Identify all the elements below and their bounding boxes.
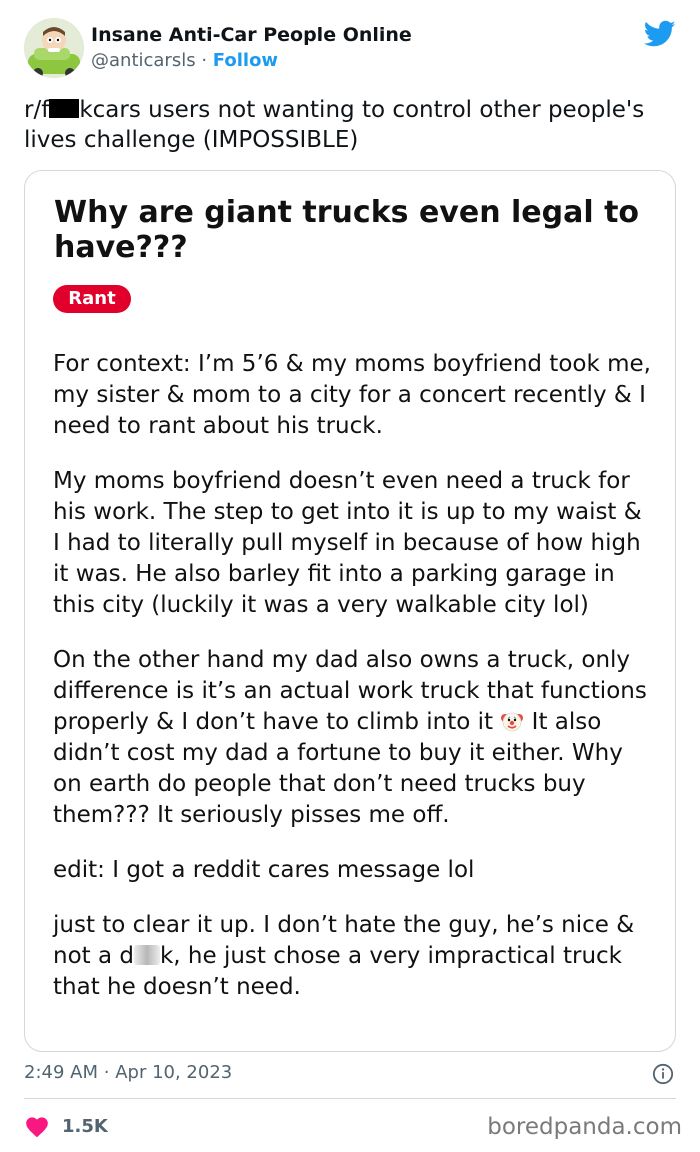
tweet-text-prefix: r/f bbox=[24, 97, 50, 123]
tweet-time: 2:49 AM bbox=[24, 1062, 98, 1083]
like-button[interactable]: 1.5K bbox=[24, 1113, 108, 1139]
handle-separator: · bbox=[201, 50, 208, 71]
divider bbox=[24, 1098, 676, 1099]
post-title: Why are giant trucks even legal to have?… bbox=[54, 195, 640, 265]
follow-button[interactable]: Follow bbox=[213, 50, 278, 71]
clown-face-icon bbox=[501, 712, 524, 732]
tweet-timestamp[interactable]: 2:49 AM · Apr 10, 2023 bbox=[24, 1061, 232, 1085]
post-paragraph: My moms boyfriend doesn’t even need a tr… bbox=[53, 468, 642, 618]
timestamp-separator: · bbox=[103, 1062, 110, 1083]
cartoon-character-in-car-avatar bbox=[24, 18, 84, 78]
info-icon[interactable] bbox=[652, 1063, 674, 1085]
display-name[interactable]: Insane Anti-Car People Online bbox=[91, 22, 412, 48]
post-paragraph: On the other hand my dad also owns a tru… bbox=[53, 645, 653, 831]
tweet-header: Insane Anti-Car People Online @anticarsl… bbox=[24, 18, 676, 78]
avatar[interactable] bbox=[24, 18, 84, 78]
tweet-text: r/f kcars users not wanting to control ot… bbox=[24, 95, 674, 155]
tweet-text-rest: kcars users not wanting to control other… bbox=[24, 97, 645, 153]
twitter-bird-icon[interactable] bbox=[644, 20, 676, 48]
censor-block bbox=[49, 99, 80, 118]
reddit-post-card[interactable]: Why are giant trucks even legal to have?… bbox=[24, 170, 676, 1052]
watermark: boredpanda.com bbox=[487, 1114, 682, 1140]
handle-row: @anticarsls · Follow bbox=[91, 48, 412, 74]
handle[interactable]: @anticarsls bbox=[91, 50, 196, 71]
flair-badge: Rant bbox=[53, 285, 131, 313]
post-paragraph: For context: I’m 5’6 & my moms boyfriend… bbox=[53, 351, 651, 439]
blurred-word bbox=[133, 945, 160, 965]
post-paragraph: just to clear it up. I don’t hate the gu… bbox=[53, 910, 653, 1003]
heart-icon bbox=[26, 1117, 48, 1138]
post-body: For context: I’m 5’6 & my moms boyfriend… bbox=[53, 349, 653, 1027]
tweet-date: Apr 10, 2023 bbox=[115, 1062, 233, 1083]
author-block: Insane Anti-Car People Online @anticarsl… bbox=[91, 22, 412, 74]
like-count: 1.5K bbox=[62, 1115, 108, 1137]
post-edit-note: edit: I got a reddit cares message lol bbox=[53, 857, 475, 883]
